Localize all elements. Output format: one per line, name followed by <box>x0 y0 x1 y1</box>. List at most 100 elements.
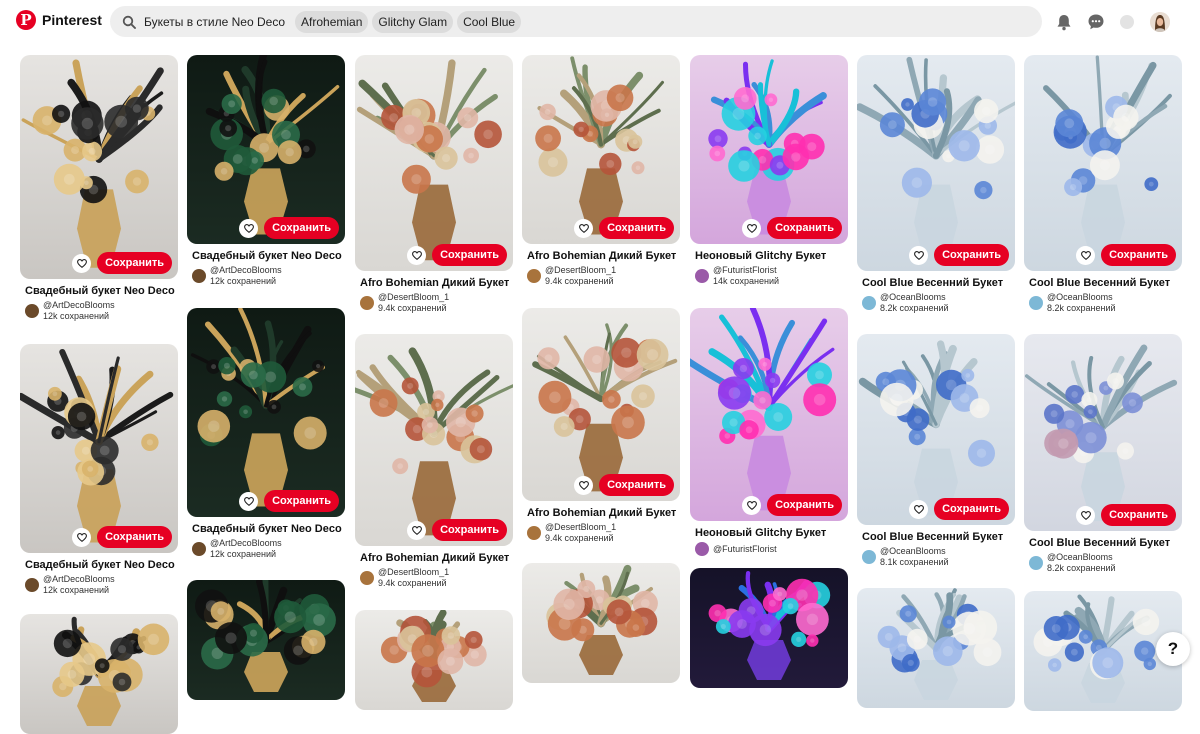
pin-card[interactable] <box>355 610 513 710</box>
author-avatar[interactable] <box>695 542 709 556</box>
save-button[interactable]: Сохранить <box>767 494 842 516</box>
pin-card[interactable] <box>690 568 848 688</box>
pin-author-row[interactable]: @ArtDecoBlooms 12k сохранений <box>192 265 345 287</box>
pin-title[interactable]: Afro Bohemian Дикий Букет <box>360 552 513 564</box>
user-profile-avatar[interactable] <box>1150 12 1170 32</box>
search-bar[interactable]: Букеты в стиле Neo Deco Afrohemian Glitc… <box>110 6 1042 37</box>
notifications-bell-icon[interactable] <box>1054 12 1074 32</box>
pin-card[interactable]: Сохранить Afro Bohemian Дикий Букет @Des… <box>522 55 680 287</box>
like-heart-icon[interactable] <box>72 527 92 547</box>
like-heart-icon[interactable] <box>742 495 762 515</box>
pin-card[interactable] <box>20 614 178 734</box>
pin-image[interactable]: Сохранить <box>522 55 680 244</box>
pin-card[interactable]: Сохранить Свадебный букет Neo Deco @ArtD… <box>20 344 178 596</box>
pin-card[interactable] <box>187 580 345 700</box>
save-button[interactable]: Сохранить <box>599 474 674 496</box>
save-button[interactable]: Сохранить <box>767 217 842 239</box>
pin-image[interactable] <box>690 568 848 688</box>
pin-author-row[interactable]: @OceanBlooms 8.2k сохранений <box>1029 552 1182 574</box>
save-button[interactable]: Сохранить <box>432 519 507 541</box>
pin-title[interactable]: Cool Blue Весенний Букет <box>862 531 1015 543</box>
pin-author-row[interactable]: @OceanBlooms 8.2k сохранений <box>862 292 1015 314</box>
pin-card[interactable] <box>522 563 680 683</box>
author-handle[interactable]: @ArtDecoBlooms <box>210 538 282 549</box>
pin-image[interactable] <box>187 580 345 700</box>
pin-image[interactable]: Сохранить <box>355 55 513 271</box>
author-handle[interactable]: @FuturistFlorist <box>713 544 777 555</box>
author-handle[interactable]: @OceanBlooms <box>880 546 949 557</box>
like-heart-icon[interactable] <box>1076 505 1096 525</box>
pin-card[interactable]: Сохранить Afro Bohemian Дикий Букет @Des… <box>355 334 513 589</box>
author-handle[interactable]: @OceanBlooms <box>1047 292 1116 303</box>
pin-image[interactable]: Сохранить <box>690 308 848 521</box>
like-heart-icon[interactable] <box>574 475 594 495</box>
pin-author-row[interactable]: @DesertBloom_1 9.4k сохранений <box>527 265 680 287</box>
pin-author-row[interactable]: @DesertBloom_1 9.4k сохранений <box>527 522 680 544</box>
pin-author-row[interactable]: @OceanBlooms 8.1k сохранений <box>862 546 1015 568</box>
like-heart-icon[interactable] <box>909 499 929 519</box>
author-avatar[interactable] <box>192 542 206 556</box>
pin-image[interactable]: Сохранить <box>857 334 1015 525</box>
pin-title[interactable]: Afro Bohemian Дикий Букет <box>527 250 680 262</box>
author-avatar[interactable] <box>25 578 39 592</box>
like-heart-icon[interactable] <box>239 218 259 238</box>
save-button[interactable]: Сохранить <box>599 217 674 239</box>
search-query[interactable]: Букеты в стиле Neo Deco <box>142 11 291 33</box>
author-handle[interactable]: @ArtDecoBlooms <box>210 265 282 276</box>
pin-image[interactable]: Сохранить <box>690 55 848 244</box>
pin-author-row[interactable]: @FuturistFlorist <box>695 542 848 556</box>
pinterest-logo[interactable]: P Pinterest <box>16 10 102 30</box>
pin-card[interactable]: Сохранить Cool Blue Весенний Букет @Ocea… <box>857 55 1015 314</box>
author-avatar[interactable] <box>192 269 206 283</box>
save-button[interactable]: Сохранить <box>264 490 339 512</box>
author-avatar[interactable] <box>862 296 876 310</box>
pin-title[interactable]: Cool Blue Весенний Букет <box>862 277 1015 289</box>
author-avatar[interactable] <box>1029 296 1043 310</box>
pin-title[interactable]: Неоновый Glitchy Букет <box>695 527 848 539</box>
pin-title[interactable]: Cool Blue Весенний Букет <box>1029 277 1182 289</box>
pin-title[interactable]: Cool Blue Весенний Букет <box>1029 537 1182 549</box>
pin-card[interactable]: Сохранить Свадебный букет Neo Deco @ArtD… <box>20 55 178 322</box>
author-handle[interactable]: @DesertBloom_1 <box>545 522 616 533</box>
author-avatar[interactable] <box>1029 556 1043 570</box>
pin-card[interactable]: Сохранить Свадебный букет Neo Deco @ArtD… <box>187 55 345 287</box>
pin-author-row[interactable]: @ArtDecoBlooms 12k сохранений <box>192 538 345 560</box>
pin-title[interactable]: Свадебный букет Neo Deco <box>25 559 178 571</box>
pin-image[interactable]: Сохранить <box>857 55 1015 271</box>
like-heart-icon[interactable] <box>407 520 427 540</box>
pin-image[interactable]: Сохранить <box>355 334 513 546</box>
save-button[interactable]: Сохранить <box>934 498 1009 520</box>
author-handle[interactable]: @ArtDecoBlooms <box>43 574 115 585</box>
author-avatar[interactable] <box>695 269 709 283</box>
author-handle[interactable]: @OceanBlooms <box>880 292 949 303</box>
author-avatar[interactable] <box>527 269 541 283</box>
like-heart-icon[interactable] <box>1076 245 1096 265</box>
pin-image[interactable]: Сохранить <box>522 308 680 501</box>
pin-title[interactable]: Неоновый Glitchy Букет <box>695 250 848 262</box>
pin-image[interactable]: Сохранить <box>1024 334 1182 531</box>
pin-title[interactable]: Свадебный букет Neo Deco <box>192 523 345 535</box>
pin-card[interactable] <box>857 588 1015 708</box>
save-button[interactable]: Сохранить <box>97 252 172 274</box>
pin-image[interactable]: Сохранить <box>187 308 345 517</box>
author-avatar[interactable] <box>25 304 39 318</box>
help-button[interactable]: ? <box>1156 632 1190 666</box>
pin-author-row[interactable]: @OceanBlooms 8.2k сохранений <box>1029 292 1182 314</box>
author-handle[interactable]: @OceanBlooms <box>1047 552 1116 563</box>
author-avatar[interactable] <box>360 571 374 585</box>
author-avatar[interactable] <box>527 526 541 540</box>
author-handle[interactable]: @DesertBloom_1 <box>545 265 616 276</box>
save-button[interactable]: Сохранить <box>1101 504 1176 526</box>
pin-card[interactable]: Сохранить Cool Blue Весенний Букет @Ocea… <box>1024 55 1182 314</box>
pin-card[interactable]: Сохранить Cool Blue Весенний Букет @Ocea… <box>1024 334 1182 574</box>
pin-author-row[interactable]: @FuturistFlorist 14k сохранений <box>695 265 848 287</box>
author-handle[interactable]: @DesertBloom_1 <box>378 567 449 578</box>
save-button[interactable]: Сохранить <box>264 217 339 239</box>
author-handle[interactable]: @FuturistFlorist <box>713 265 779 276</box>
author-avatar[interactable] <box>360 296 374 310</box>
save-button[interactable]: Сохранить <box>432 244 507 266</box>
pin-card[interactable]: Сохранить Afro Bohemian Дикий Букет @Des… <box>355 55 513 314</box>
pin-image[interactable]: Сохранить <box>20 344 178 553</box>
pin-title[interactable]: Afro Bohemian Дикий Букет <box>360 277 513 289</box>
save-button[interactable]: Сохранить <box>97 526 172 548</box>
